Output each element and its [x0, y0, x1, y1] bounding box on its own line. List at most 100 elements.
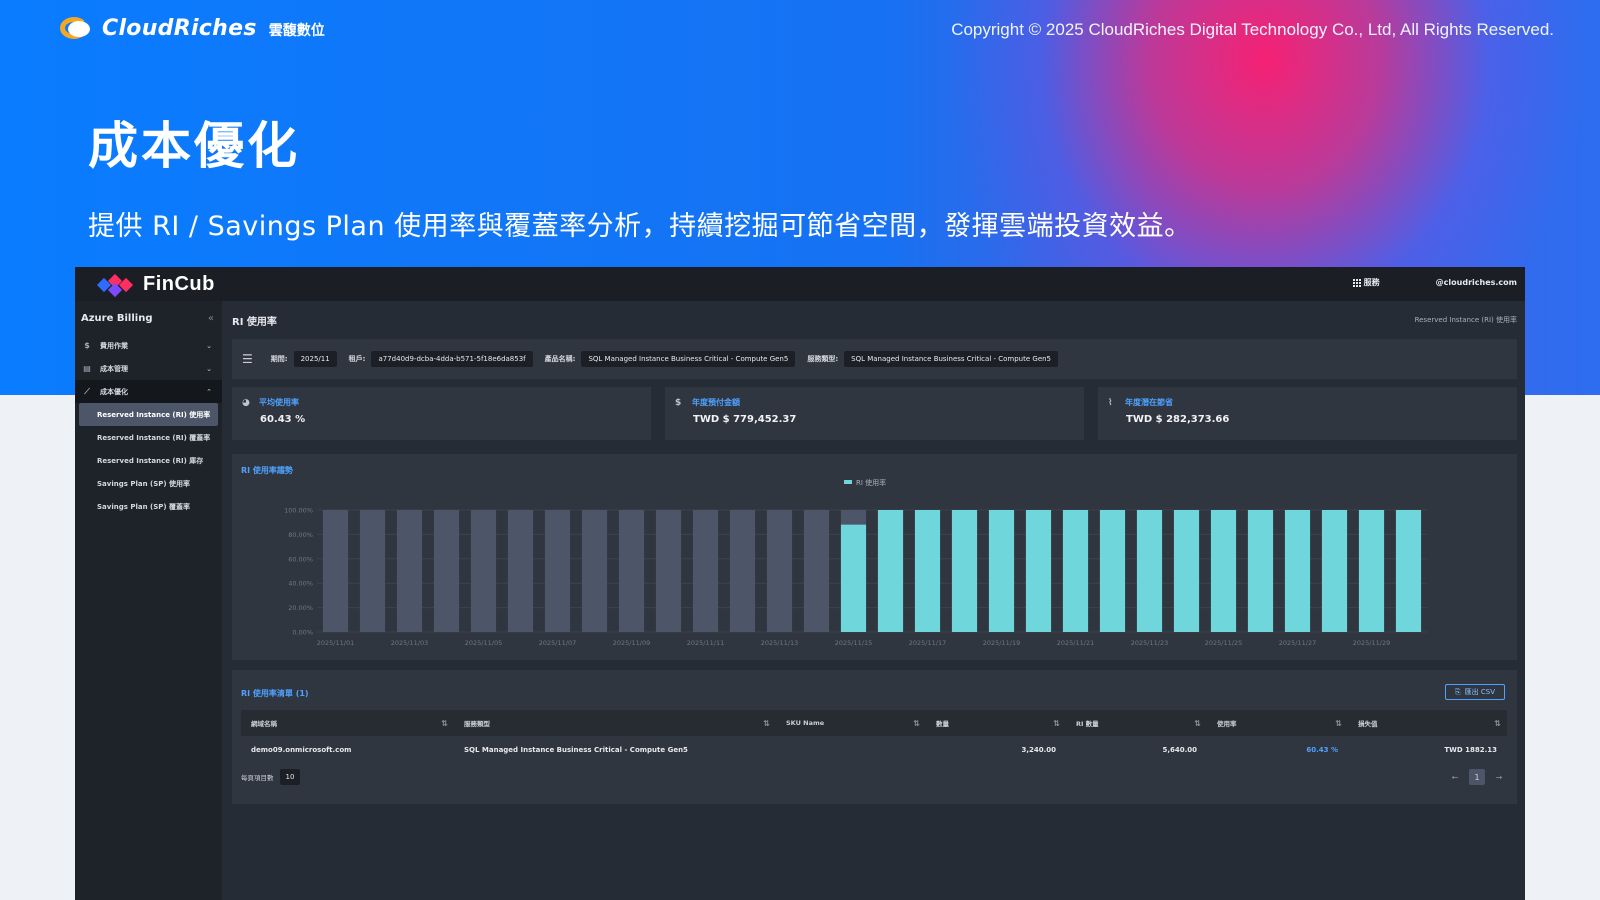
bar — [1025, 510, 1052, 632]
page-title: RI 使用率 — [232, 316, 277, 328]
bar — [1173, 510, 1200, 632]
bar — [914, 510, 941, 632]
column-header[interactable]: 使用率 ⇅ — [1207, 710, 1348, 736]
dollar-icon: $ — [84, 341, 90, 350]
sort-icon[interactable]: ⇅ — [441, 719, 448, 728]
sidebar-group-label: 成本管理 — [100, 364, 128, 373]
legend-label: RI 使用率 — [856, 478, 886, 487]
x-tick-label: 2025/11/27 — [1279, 639, 1316, 647]
bar-background — [470, 510, 497, 632]
kpi-row: ◕ 平均使用率 60.43 % $ 年度預付金額 TWD $ 779,452.37 … — [232, 387, 1517, 440]
bar — [1247, 510, 1274, 632]
fincub-name: FinCub — [143, 273, 215, 295]
apps-grid-icon — [1352, 278, 1361, 287]
breadcrumb: Reserved Instance (RI) 使用率 — [1414, 316, 1517, 324]
x-tick-label: 2025/11/25 — [1205, 639, 1242, 647]
sidebar-group-label: 成本優化 — [100, 387, 128, 396]
kpi-card-annual-prepaid: $ 年度預付金額 TWD $ 779,452.37 — [665, 387, 1084, 440]
y-tick-label: 80.00% — [288, 531, 313, 539]
bar-background — [766, 510, 793, 632]
bar-background — [581, 510, 608, 632]
apps-label: 服務 — [1363, 278, 1380, 287]
x-tick-label: 2025/11/21 — [1057, 639, 1094, 647]
bar — [1395, 510, 1422, 632]
sidebar-item-ri-inventory[interactable]: Reserved Instance (RI) 庫存 — [75, 449, 222, 472]
column-header[interactable]: 數量 ⇅ — [926, 710, 1066, 736]
hero-title: 成本優化 — [88, 117, 300, 175]
sidebar-group-cost-optimization[interactable]: ⟋ 成本優化 ⌃ — [75, 380, 222, 403]
x-tick-label: 2025/11/09 — [613, 639, 650, 647]
bar — [1062, 510, 1089, 632]
cell-quantity: 3,240.00 — [1021, 745, 1056, 754]
ri-trend-chart-card: RI 使用率趨勢 RI 使用率 0.00% 20.00% 40.00% 60.00% 80… — [232, 454, 1517, 660]
table-row[interactable]: demo09.onmicrosoft.com SQL Managed Insta… — [241, 736, 1507, 763]
sort-icon[interactable]: ⇅ — [1194, 719, 1201, 728]
bar — [1358, 510, 1385, 632]
x-tick-label: 2025/11/07 — [539, 639, 576, 647]
current-page[interactable]: 1 — [1469, 769, 1485, 785]
legend-swatch — [844, 480, 852, 484]
period-select[interactable]: 2025/11 — [293, 351, 337, 367]
fincub-logo[interactable]: FinCub — [96, 273, 215, 297]
chart-box-icon: ▤ — [83, 364, 91, 373]
bar-background — [729, 510, 756, 632]
bar-background — [322, 510, 349, 632]
export-csv-button[interactable]: ⎘ 匯出 CSV — [1445, 684, 1505, 700]
brand: CloudRiches 雲馥數位 — [58, 13, 325, 43]
bar-background — [433, 510, 460, 632]
y-tick-label: 40.00% — [288, 580, 313, 588]
column-header[interactable]: RI 數量 ⇅ — [1066, 710, 1207, 736]
x-tick-label: 2025/11/23 — [1131, 639, 1168, 647]
fincub-mark-icon — [96, 273, 134, 297]
page-size-select[interactable]: 10 — [279, 769, 301, 785]
bar-background — [396, 510, 423, 632]
pagination: ← 1 → — [1447, 769, 1507, 785]
app-topbar: FinCub 服務 @cloudriches.com — [75, 267, 1525, 301]
column-header[interactable]: 服務類型 ⇅ — [454, 710, 776, 736]
bar — [988, 510, 1015, 632]
x-tick-label: 2025/11/03 — [391, 639, 428, 647]
next-page-icon[interactable]: → — [1491, 769, 1507, 785]
sidebar-group-billing[interactable]: $ 費用作業 ⌄ — [75, 334, 222, 357]
sidebar-group-cost-management[interactable]: ▤ 成本管理 ⌄ — [75, 357, 222, 380]
sort-icon[interactable]: ⇅ — [1335, 719, 1342, 728]
brand-name: CloudRiches — [102, 15, 257, 41]
chevron-down-icon: ⌄ — [206, 364, 212, 373]
kpi-card-avg-utilization: ◕ 平均使用率 60.43 % — [232, 387, 651, 440]
cell-sku-name — [776, 736, 926, 763]
prev-page-icon[interactable]: ← — [1447, 769, 1463, 785]
cloudriches-logo-icon — [58, 13, 94, 43]
bar — [1210, 510, 1237, 632]
column-header[interactable]: 損失值 ⇅ — [1348, 710, 1507, 736]
sidebar-item-sp-utilization[interactable]: Savings Plan (SP) 使用率 — [75, 472, 222, 495]
x-tick-label: 2025/11/13 — [761, 639, 798, 647]
y-tick-label: 60.00% — [288, 555, 313, 563]
cell-utilization[interactable]: 60.43 % — [1207, 736, 1348, 763]
cell-loss: TWD 1882.13 — [1444, 745, 1497, 754]
line-chart-icon: ⌇ — [1108, 397, 1113, 408]
column-header[interactable]: SKU Name ⇅ — [776, 710, 926, 736]
sidebar-item-ri-utilization[interactable]: Reserved Instance (RI) 使用率 — [79, 403, 218, 426]
ri-utilization-table-card: RI 使用率清單 (1) ⎘ 匯出 CSV 網域名稱 ⇅ 服務類型 ⇅ SKU Nam… — [232, 670, 1517, 804]
bar — [1321, 510, 1348, 632]
product-select[interactable]: SQL Managed Instance Business Critical -… — [581, 351, 796, 367]
kpi-value: 60.43 % — [260, 414, 306, 425]
column-header[interactable]: 網域名稱 ⇅ — [241, 710, 454, 736]
service-select[interactable]: SQL Managed Instance Business Critical -… — [844, 351, 1059, 367]
collapse-sidebar-icon[interactable]: « — [208, 313, 214, 324]
bar-background — [655, 510, 682, 632]
sort-icon[interactable]: ⇅ — [1053, 719, 1060, 728]
sort-icon[interactable]: ⇅ — [763, 719, 770, 728]
sidebar-item-sp-coverage[interactable]: Savings Plan (SP) 覆蓋率 — [75, 495, 222, 518]
tenant-select[interactable]: a77d40d9-dcba-4dda-b571-5f18e6da853f — [371, 351, 533, 367]
bar-background — [803, 510, 830, 632]
account-menu[interactable]: @cloudriches.com — [1436, 278, 1517, 287]
bar-background — [359, 510, 386, 632]
filter-sliders-icon[interactable]: ☰ — [242, 352, 253, 366]
apps-menu-button[interactable]: 服務 — [1352, 277, 1380, 288]
cell-service-type: SQL Managed Instance Business Critical -… — [464, 745, 688, 754]
sort-icon[interactable]: ⇅ — [1494, 719, 1501, 728]
sort-icon[interactable]: ⇅ — [913, 719, 920, 728]
sidebar-item-ri-coverage[interactable]: Reserved Instance (RI) 覆蓋率 — [75, 426, 222, 449]
kpi-label: 年度預付金額 — [692, 398, 740, 407]
